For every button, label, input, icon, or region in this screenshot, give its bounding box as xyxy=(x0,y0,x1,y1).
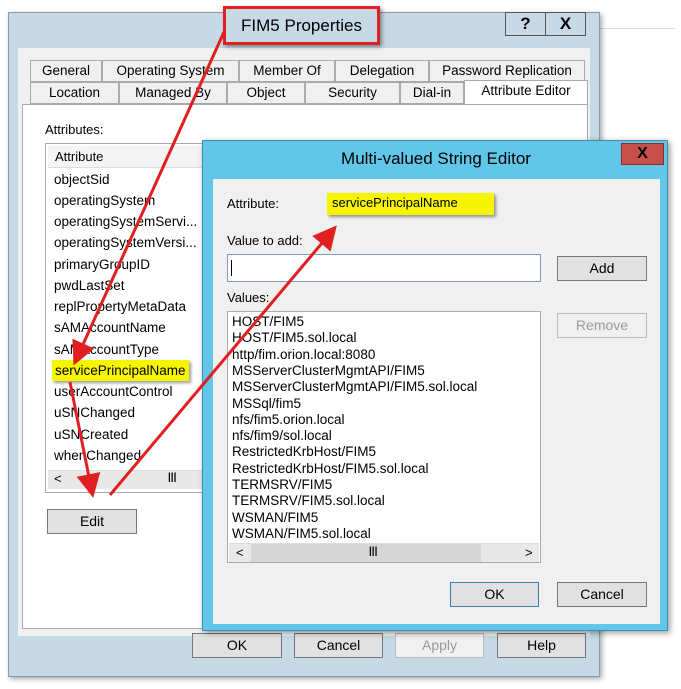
horizontal-scrollbar[interactable]: < ||| xyxy=(48,470,214,489)
list-item[interactable]: uSNCreated xyxy=(54,424,128,445)
tab-general[interactable]: General xyxy=(30,60,102,82)
list-item[interactable]: pwdLastSet xyxy=(54,275,125,296)
dialog-cancel-button[interactable]: Cancel xyxy=(557,582,647,607)
list-item-selected[interactable]: servicePrincipalName xyxy=(52,360,189,381)
list-item[interactable]: replPropertyMetaData xyxy=(54,296,186,317)
apply-button[interactable]: Apply xyxy=(395,633,484,658)
edit-button[interactable]: Edit xyxy=(47,509,137,534)
window-title-callout: FIM5 Properties xyxy=(223,6,380,45)
value-to-add-input[interactable] xyxy=(227,254,541,282)
scroll-left-icon[interactable]: < xyxy=(54,471,62,486)
tab-managed-by[interactable]: Managed By xyxy=(119,82,227,104)
dialog-close-button[interactable]: X xyxy=(621,143,664,165)
cancel-button[interactable]: Cancel xyxy=(294,633,383,658)
list-item[interactable]: whenChanged xyxy=(54,445,141,466)
value-list-item[interactable]: TERMSRV/FIM5.sol.local xyxy=(232,493,385,509)
help-button[interactable]: ? xyxy=(506,13,546,35)
values-list[interactable]: HOST/FIM5 HOST/FIM5.sol.local http/fim.ori… xyxy=(227,311,541,563)
value-list-item[interactable]: HOST/FIM5 xyxy=(232,314,304,330)
background-window-edge xyxy=(600,28,675,29)
multi-valued-string-editor-dialog: Multi-valued String Editor X Attribute: … xyxy=(202,140,668,631)
dialog-title: Multi-valued String Editor xyxy=(341,149,531,168)
list-item[interactable]: objectSid xyxy=(54,169,110,190)
dialog-ok-button[interactable]: OK xyxy=(450,582,539,607)
column-header-attribute[interactable]: Attribute xyxy=(48,146,214,168)
scroll-right-icon[interactable]: > xyxy=(525,545,533,560)
list-item[interactable]: primaryGroupID xyxy=(54,254,150,275)
tab-dial-in[interactable]: Dial-in xyxy=(400,82,464,104)
value-list-item[interactable]: nfs/fim9/sol.local xyxy=(232,428,332,444)
list-item[interactable]: operatingSystem xyxy=(54,190,155,211)
attributes-list[interactable]: Attribute objectSid operatingSystem oper… xyxy=(45,143,215,493)
list-item[interactable]: sAMAccountName xyxy=(54,317,166,338)
list-item[interactable]: uSNChanged xyxy=(54,402,135,423)
attributes-label: Attributes: xyxy=(45,122,104,137)
value-list-item[interactable]: MSServerClusterMgmtAPI/FIM5.sol.local xyxy=(232,379,477,395)
value-list-item[interactable]: WSMAN/FIM5 xyxy=(232,510,318,526)
value-list-item[interactable]: WSMAN/FIM5.sol.local xyxy=(232,526,371,542)
value-list-item[interactable]: http/fim.orion.local:8080 xyxy=(232,347,375,363)
remove-button[interactable]: Remove xyxy=(557,313,647,338)
scroll-grip-icon: ||| xyxy=(369,546,378,557)
help-footer-button[interactable]: Help xyxy=(497,633,586,658)
list-item[interactable]: sAMAccountType xyxy=(54,339,159,360)
ok-button[interactable]: OK xyxy=(192,633,282,658)
add-button[interactable]: Add xyxy=(557,256,647,281)
list-item[interactable]: operatingSystemVersi... xyxy=(54,232,197,253)
scroll-thumb[interactable] xyxy=(251,544,481,562)
tab-object[interactable]: Object xyxy=(227,82,305,104)
value-list-item[interactable]: MSSql/fim5 xyxy=(232,396,301,412)
tab-location[interactable]: Location xyxy=(30,82,119,104)
tab-password-replication[interactable]: Password Replication xyxy=(429,60,585,82)
tab-operating-system[interactable]: Operating System xyxy=(102,60,239,82)
window-controls: ? X xyxy=(505,12,586,36)
tab-security[interactable]: Security xyxy=(305,82,400,104)
attribute-label: Attribute: xyxy=(227,196,280,211)
value-list-item[interactable]: MSServerClusterMgmtAPI/FIM5 xyxy=(232,363,425,379)
values-label: Values: xyxy=(227,290,270,305)
tab-delegation[interactable]: Delegation xyxy=(335,60,429,82)
horizontal-scrollbar[interactable]: < ||| > xyxy=(229,543,539,562)
list-item[interactable]: userAccountControl xyxy=(54,381,173,402)
attribute-value: servicePrincipalName xyxy=(327,193,494,215)
value-list-item[interactable]: TERMSRV/FIM5 xyxy=(232,477,332,493)
scroll-grip-icon[interactable]: ||| xyxy=(168,472,176,483)
value-list-item[interactable]: RestrictedKrbHost/FIM5.sol.local xyxy=(232,461,429,477)
value-list-item[interactable]: RestrictedKrbHost/FIM5 xyxy=(232,444,376,460)
close-button[interactable]: X xyxy=(546,13,585,35)
tab-attribute-editor[interactable]: Attribute Editor xyxy=(464,80,588,104)
scroll-left-icon[interactable]: < xyxy=(236,545,244,560)
value-list-item[interactable]: HOST/FIM5.sol.local xyxy=(232,330,357,346)
dialog-body: Attribute: servicePrincipalName Value to… xyxy=(213,179,660,624)
value-to-add-label: Value to add: xyxy=(227,233,303,248)
list-item[interactable]: operatingSystemServi... xyxy=(54,211,197,232)
tab-member-of[interactable]: Member Of xyxy=(239,60,335,82)
value-list-item[interactable]: nfs/fim5.orion.local xyxy=(232,412,345,428)
